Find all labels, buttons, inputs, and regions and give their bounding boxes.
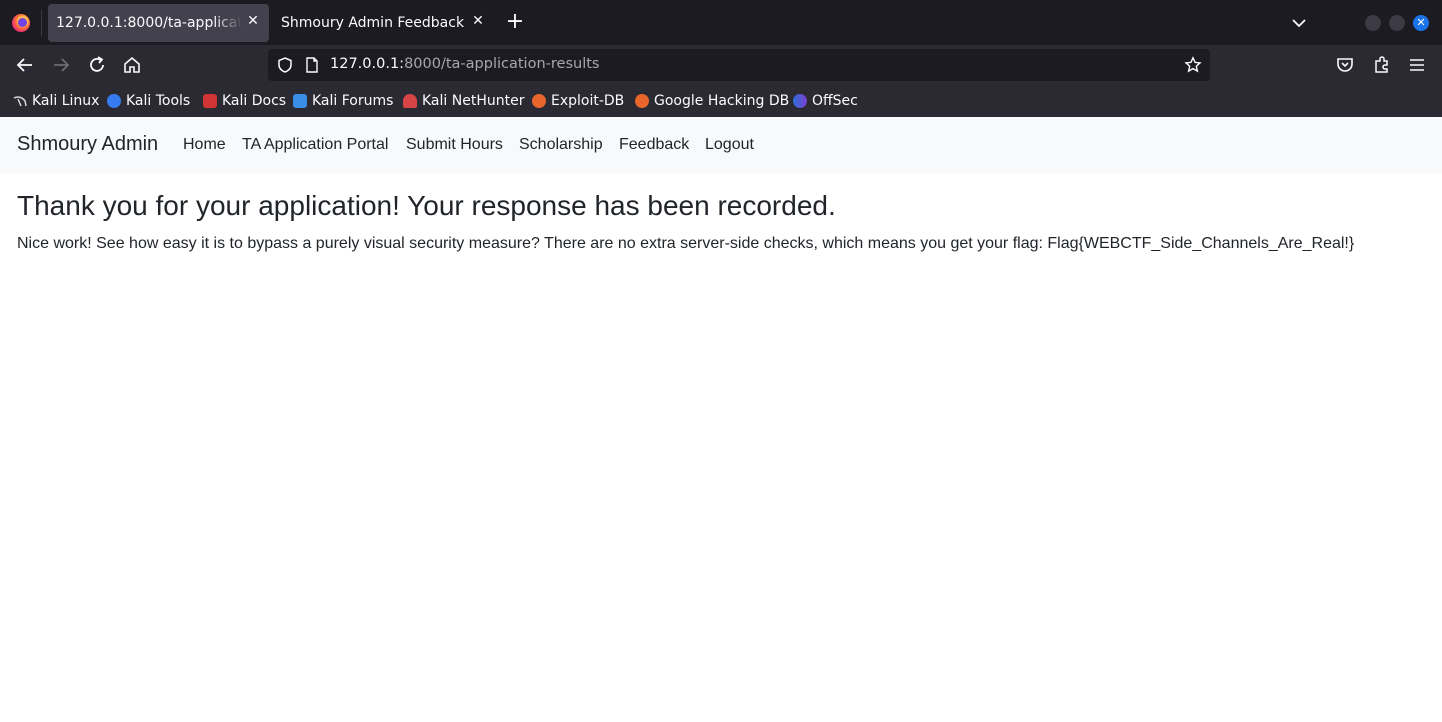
offsec-icon	[793, 94, 807, 108]
kali-dragon-icon	[13, 94, 27, 108]
close-window-button[interactable]: ✕	[1413, 15, 1429, 31]
bookmark-exploit-db[interactable]: Exploit-DB	[532, 92, 624, 110]
page-heading: Thank you for your application! Your res…	[17, 190, 836, 221]
bookmarks-toolbar: Kali Linux Kali Tools Kali Docs Kali For…	[0, 85, 1442, 118]
bookmark-kali-nethunter[interactable]: Kali NetHunter	[403, 92, 524, 110]
bookmark-kali-linux[interactable]: Kali Linux	[13, 92, 99, 110]
nav-link-ta-application-portal[interactable]: TA Application Portal	[242, 136, 388, 154]
ghdb-icon	[635, 94, 649, 108]
bookmark-offsec[interactable]: OffSec	[793, 92, 858, 110]
bookmark-label: Kali Docs	[222, 93, 287, 109]
url-text[interactable]: 127.0.0.1:8000/ta-application-results	[330, 56, 599, 72]
pocket-icon[interactable]	[1333, 53, 1357, 77]
nav-link-feedback[interactable]: Feedback	[619, 136, 689, 154]
list-all-tabs-chevron-icon[interactable]	[1290, 14, 1308, 32]
nethunter-icon	[403, 94, 417, 108]
navigation-toolbar: 127.0.0.1:8000/ta-application-results	[0, 45, 1442, 85]
bookmark-label: Kali Tools	[126, 93, 191, 109]
app-menu-hamburger-icon[interactable]	[1405, 53, 1429, 77]
reload-icon[interactable]	[85, 53, 109, 77]
nav-link-logout[interactable]: Logout	[705, 136, 754, 154]
tab-shmoury-admin-feedback[interactable]: Shmoury Admin Feedback ✕	[273, 4, 494, 42]
tab-title: Shmoury Admin Feedback	[281, 15, 465, 31]
shield-icon[interactable]	[276, 56, 294, 74]
home-icon[interactable]	[120, 53, 144, 77]
page-icon[interactable]	[303, 56, 321, 74]
tab-ta-application-results[interactable]: 127.0.0.1:8000/ta-application-results ✕	[48, 4, 269, 42]
nav-link-submit-hours[interactable]: Submit Hours	[406, 136, 503, 154]
bookmark-label: Kali Linux	[32, 93, 100, 109]
close-tab-icon[interactable]: ✕	[470, 13, 486, 29]
url-host: 127.0.0.1:	[330, 56, 405, 72]
close-tab-icon[interactable]: ✕	[245, 13, 261, 29]
minimize-window-button[interactable]	[1365, 15, 1381, 31]
tab-title: 127.0.0.1:8000/ta-application-results	[56, 15, 242, 31]
forward-arrow-icon[interactable]	[49, 53, 73, 77]
bookmark-label: Exploit-DB	[551, 93, 625, 109]
back-arrow-icon[interactable]	[13, 53, 37, 77]
nav-link-scholarship[interactable]: Scholarship	[519, 136, 603, 154]
url-bar[interactable]: 127.0.0.1:8000/ta-application-results	[268, 49, 1210, 81]
bookmark-label: Kali Forums	[312, 93, 394, 109]
firefox-menu-icon[interactable]	[12, 14, 30, 32]
bookmark-label: Google Hacking DB	[654, 93, 790, 109]
bookmark-star-icon[interactable]	[1184, 56, 1202, 74]
exploit-db-icon	[532, 94, 546, 108]
kali-tools-icon	[107, 94, 121, 108]
kali-forums-icon	[293, 94, 307, 108]
site-navbar: Shmoury Admin Home TA Application Portal…	[0, 117, 1442, 173]
bookmark-google-hacking-db[interactable]: Google Hacking DB	[635, 92, 789, 110]
site-brand-link[interactable]: Shmoury Admin	[17, 133, 158, 156]
extensions-puzzle-icon[interactable]	[1370, 53, 1394, 77]
new-tab-plus-icon[interactable]: +	[503, 11, 527, 34]
bookmark-label: OffSec	[812, 93, 858, 109]
url-path: 8000/ta-application-results	[404, 56, 600, 72]
bookmark-label: Kali NetHunter	[422, 93, 525, 109]
main-content: Thank you for your application! Your res…	[17, 189, 1354, 254]
bookmark-kali-forums[interactable]: Kali Forums	[293, 92, 393, 110]
bookmark-kali-tools[interactable]: Kali Tools	[107, 92, 190, 110]
kali-docs-icon	[203, 94, 217, 108]
result-message: Nice work! See how easy it is to bypass …	[17, 235, 1355, 252]
tab-separator	[41, 10, 42, 36]
tab-bar: 127.0.0.1:8000/ta-application-results ✕ …	[0, 0, 1442, 45]
maximize-window-button[interactable]	[1389, 15, 1405, 31]
bookmark-kali-docs[interactable]: Kali Docs	[203, 92, 286, 110]
nav-link-home[interactable]: Home	[183, 136, 226, 154]
